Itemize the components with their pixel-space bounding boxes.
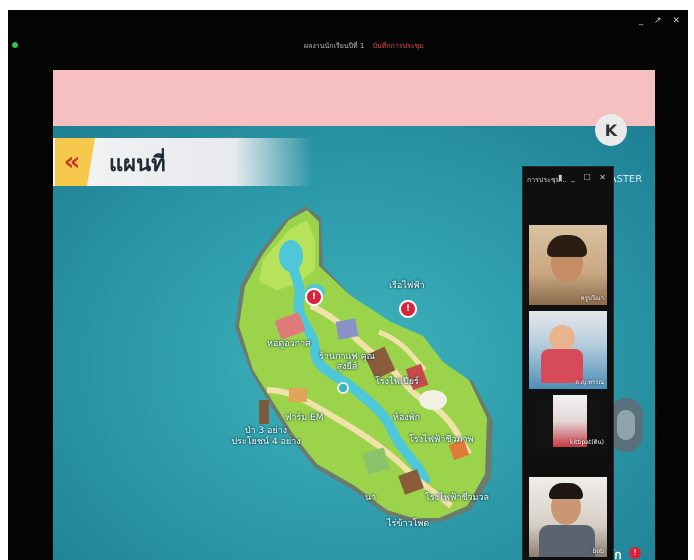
participant-name: kittipat(ติน) (569, 439, 604, 446)
hair-shape (547, 235, 587, 257)
hair-shape (549, 483, 583, 499)
status-dot-icon (12, 42, 18, 48)
location-label[interactable]: ป่า 3 อย่าง ประโยชน์ 4 อย่าง (231, 426, 301, 448)
location-label[interactable]: โรงไฟเปียร์ (375, 374, 419, 388)
location-label[interactable]: โรงไฟฟ้าชีวมวล (425, 490, 489, 504)
location-label[interactable]: หอดูอวกาศ (267, 336, 311, 350)
meeting-panel-controls[interactable]: ▮ _ ☐ ✕ (558, 173, 609, 182)
joystick-handle[interactable] (609, 398, 643, 452)
alert-pin-icon[interactable]: ! (399, 300, 417, 318)
participant-tile[interactable]: ครูปวีณา (529, 225, 607, 305)
screen-share-window: ผลงานนักเรียนปีที่ 1 บันทึกการประชุม _ ↗… (8, 10, 688, 560)
location-label[interactable]: เรือไฟฟ้า (389, 278, 425, 292)
participant-name: ด.ญ.พรรณ (575, 379, 604, 386)
participant-tile[interactable]: kittipat(ติน) (529, 393, 607, 449)
chevron-left-icon: « (63, 147, 81, 177)
alert-pin-icon[interactable]: ! (305, 288, 323, 306)
window-controls[interactable]: _ ↗ ✕ (639, 16, 684, 26)
participant-name: Bob (592, 548, 604, 555)
location-label[interactable]: ไร่ข้าวโพด (387, 516, 429, 530)
participant-name: ครูปวีณา (580, 295, 604, 302)
participant-tile[interactable]: ด.ญ.พรรณ (529, 311, 607, 389)
kinemaster-logo-icon: K (595, 114, 627, 146)
location-label[interactable]: ฟาร์ม EM (285, 410, 324, 424)
avatar (549, 325, 575, 351)
participant-tile[interactable]: Bob (529, 477, 607, 557)
location-label[interactable]: นา (365, 490, 376, 504)
location-label[interactable]: ห้องพัก (393, 410, 420, 424)
meeting-panel: การประชุม... ▮ _ ☐ ✕ ครูปวีณา ด.ญ.พรรณ k… (522, 166, 614, 560)
window-titlebar: ผลงานนักเรียนปีที่ 1 บันทึกการประชุม _ ↗… (8, 10, 688, 70)
page-title: แผนที่ (109, 152, 166, 177)
location-label[interactable]: โรงไฟฟ้าชีวภาพ (409, 432, 473, 446)
notification-badge: ! (629, 547, 641, 559)
window-title: ผลงานนักเรียนปีที่ 1 บันทึกการประชุม (304, 41, 424, 52)
window-title-text: ผลงานนักเรียนปีที่ 1 (304, 42, 365, 50)
location-label[interactable]: ร้านกาแฟ คุณสูงยีส์ (319, 352, 375, 372)
meeting-panel-header: การประชุม... ▮ _ ☐ ✕ (523, 167, 613, 191)
recording-label: บันทึกการประชุม (372, 42, 424, 50)
shirt-shape (539, 525, 595, 557)
